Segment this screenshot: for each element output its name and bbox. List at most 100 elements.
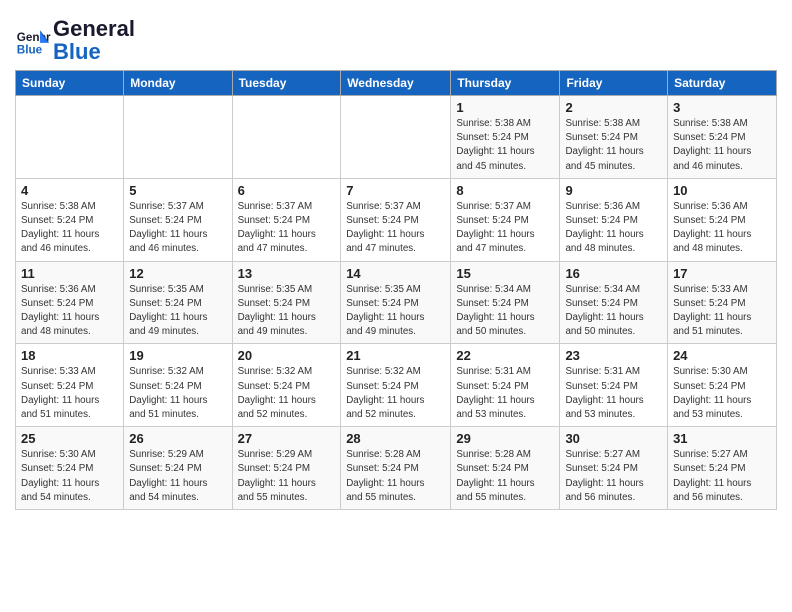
day-info: Sunrise: 5:31 AMSunset: 5:24 PMDaylight:…	[565, 365, 662, 422]
calendar-day-cell: 7 Sunrise: 5:37 AMSunset: 5:24 PMDaylight…	[341, 178, 451, 261]
day-info: Sunrise: 5:36 AMSunset: 5:24 PMDaylight:…	[21, 283, 118, 340]
calendar-week-row: 1 Sunrise: 5:38 AMSunset: 5:24 PMDaylight…	[16, 96, 777, 179]
day-number: 26	[129, 431, 226, 446]
day-number: 23	[565, 348, 662, 363]
calendar-col-header: Sunday	[16, 71, 124, 96]
day-info: Sunrise: 5:29 AMSunset: 5:24 PMDaylight:…	[238, 448, 336, 505]
day-number: 2	[565, 100, 662, 115]
calendar-day-cell: 3Sunrise: 5:38 AMSunset: 5:24 PMDaylight…	[668, 96, 777, 179]
day-number: 8	[456, 183, 554, 198]
day-number: 14	[346, 266, 445, 281]
calendar-day-cell: 28 Sunrise: 5:28 AMSunset: 5:24 PMDayligh…	[341, 427, 451, 510]
day-info: Sunrise: 5:32 AMSunset: 5:24 PMDaylight:…	[346, 365, 445, 422]
day-info: Sunrise: 5:31 AMSunset: 5:24 PMDaylight:…	[456, 365, 554, 422]
calendar-week-row: 18 Sunrise: 5:33 AMSunset: 5:24 PMDayligh…	[16, 344, 777, 427]
day-number: 18	[21, 348, 118, 363]
day-info: Sunrise: 5:28 AMSunset: 5:24 PMDaylight:…	[456, 448, 554, 505]
calendar-day-cell: 1 Sunrise: 5:38 AMSunset: 5:24 PMDaylight…	[451, 96, 560, 179]
day-number: 9	[565, 183, 662, 198]
page: General Blue General Blue SundayMondayTu…	[0, 0, 792, 525]
calendar-day-cell: 20 Sunrise: 5:32 AMSunset: 5:24 PMDayligh…	[232, 344, 341, 427]
day-number: 20	[238, 348, 336, 363]
day-number: 5	[129, 183, 226, 198]
calendar-day-cell: 24 Sunrise: 5:30 AMSunset: 5:24 PMDayligh…	[668, 344, 777, 427]
day-info: Sunrise: 5:34 AMSunset: 5:24 PMDaylight:…	[456, 283, 554, 340]
day-number: 4	[21, 183, 118, 198]
day-number: 28	[346, 431, 445, 446]
calendar-day-cell: 10 Sunrise: 5:36 AMSunset: 5:24 PMDayligh…	[668, 178, 777, 261]
day-info: Sunrise: 5:32 AMSunset: 5:24 PMDaylight:…	[129, 365, 226, 422]
calendar-day-cell: 30 Sunrise: 5:27 AMSunset: 5:24 PMDayligh…	[560, 427, 668, 510]
day-info: Sunrise: 5:33 AMSunset: 5:24 PMDaylight:…	[21, 365, 118, 422]
calendar-col-header: Saturday	[668, 71, 777, 96]
day-info: Sunrise: 5:27 AMSunset: 5:24 PMDaylight:…	[565, 448, 662, 505]
day-number: 6	[238, 183, 336, 198]
calendar-day-cell: 14Sunrise: 5:35 AMSunset: 5:24 PMDayligh…	[341, 261, 451, 344]
calendar-col-header: Wednesday	[341, 71, 451, 96]
calendar-day-cell: 6 Sunrise: 5:37 AMSunset: 5:24 PMDaylight…	[232, 178, 341, 261]
day-number: 25	[21, 431, 118, 446]
day-info: Sunrise: 5:37 AMSunset: 5:24 PMDaylight:…	[456, 200, 554, 257]
day-info: Sunrise: 5:27 AMSunset: 5:24 PMDaylight:…	[673, 448, 771, 505]
day-info: Sunrise: 5:37 AMSunset: 5:24 PMDaylight:…	[129, 200, 226, 257]
day-number: 7	[346, 183, 445, 198]
day-number: 12	[129, 266, 226, 281]
day-number: 10	[673, 183, 771, 198]
calendar-week-row: 25 Sunrise: 5:30 AMSunset: 5:24 PMDayligh…	[16, 427, 777, 510]
day-number: 31	[673, 431, 771, 446]
day-number: 30	[565, 431, 662, 446]
calendar-table: SundayMondayTuesdayWednesdayThursdayFrid…	[15, 70, 777, 510]
calendar-day-cell: 5 Sunrise: 5:37 AMSunset: 5:24 PMDaylight…	[124, 178, 232, 261]
day-number: 1	[456, 100, 554, 115]
calendar-day-cell: 15Sunrise: 5:34 AMSunset: 5:24 PMDayligh…	[451, 261, 560, 344]
calendar-header-row: SundayMondayTuesdayWednesdayThursdayFrid…	[16, 71, 777, 96]
day-number: 11	[21, 266, 118, 281]
calendar-day-cell: 26 Sunrise: 5:29 AMSunset: 5:24 PMDayligh…	[124, 427, 232, 510]
calendar-day-cell	[16, 96, 124, 179]
logo-icon: General Blue	[15, 23, 51, 59]
calendar-week-row: 11 Sunrise: 5:36 AMSunset: 5:24 PMDayligh…	[16, 261, 777, 344]
day-number: 21	[346, 348, 445, 363]
day-info: Sunrise: 5:35 AMSunset: 5:24 PMDaylight:…	[238, 283, 336, 340]
day-info: Sunrise: 5:38 AMSunset: 5:24 PMDaylight:…	[456, 117, 554, 174]
day-info: Sunrise: 5:37 AMSunset: 5:24 PMDaylight:…	[346, 200, 445, 257]
svg-text:Blue: Blue	[17, 44, 43, 57]
day-info: Sunrise: 5:30 AMSunset: 5:24 PMDaylight:…	[673, 365, 771, 422]
day-info: Sunrise: 5:28 AMSunset: 5:24 PMDaylight:…	[346, 448, 445, 505]
day-info: Sunrise: 5:32 AMSunset: 5:24 PMDaylight:…	[238, 365, 336, 422]
calendar-day-cell: 18 Sunrise: 5:33 AMSunset: 5:24 PMDayligh…	[16, 344, 124, 427]
day-number: 27	[238, 431, 336, 446]
calendar-day-cell: 19 Sunrise: 5:32 AMSunset: 5:24 PMDayligh…	[124, 344, 232, 427]
day-number: 24	[673, 348, 771, 363]
calendar-day-cell: 27 Sunrise: 5:29 AMSunset: 5:24 PMDayligh…	[232, 427, 341, 510]
day-number: 19	[129, 348, 226, 363]
day-info: Sunrise: 5:36 AMSunset: 5:24 PMDaylight:…	[673, 200, 771, 257]
calendar-day-cell: 31 Sunrise: 5:27 AMSunset: 5:24 PMDayligh…	[668, 427, 777, 510]
day-number: 16	[565, 266, 662, 281]
calendar-day-cell	[232, 96, 341, 179]
logo-general-text: General	[53, 16, 135, 41]
day-info: Sunrise: 5:29 AMSunset: 5:24 PMDaylight:…	[129, 448, 226, 505]
day-info: Sunrise: 5:38 AMSunset: 5:24 PMDaylight:…	[673, 117, 771, 174]
calendar-col-header: Thursday	[451, 71, 560, 96]
calendar-day-cell: 4 Sunrise: 5:38 AMSunset: 5:24 PMDaylight…	[16, 178, 124, 261]
calendar-day-cell: 29 Sunrise: 5:28 AMSunset: 5:24 PMDayligh…	[451, 427, 560, 510]
logo-blue-text: Blue	[53, 39, 101, 64]
day-info: Sunrise: 5:38 AMSunset: 5:24 PMDaylight:…	[565, 117, 662, 174]
calendar-day-cell: 25 Sunrise: 5:30 AMSunset: 5:24 PMDayligh…	[16, 427, 124, 510]
calendar-day-cell: 11 Sunrise: 5:36 AMSunset: 5:24 PMDayligh…	[16, 261, 124, 344]
calendar-day-cell: 13 Sunrise: 5:35 AMSunset: 5:24 PMDayligh…	[232, 261, 341, 344]
calendar-day-cell: 16Sunrise: 5:34 AMSunset: 5:24 PMDayligh…	[560, 261, 668, 344]
calendar-day-cell: 17Sunrise: 5:33 AMSunset: 5:24 PMDayligh…	[668, 261, 777, 344]
day-number: 22	[456, 348, 554, 363]
day-info: Sunrise: 5:33 AMSunset: 5:24 PMDaylight:…	[673, 283, 771, 340]
day-number: 13	[238, 266, 336, 281]
day-info: Sunrise: 5:37 AMSunset: 5:24 PMDaylight:…	[238, 200, 336, 257]
day-info: Sunrise: 5:30 AMSunset: 5:24 PMDaylight:…	[21, 448, 118, 505]
day-info: Sunrise: 5:38 AMSunset: 5:24 PMDaylight:…	[21, 200, 118, 257]
calendar-day-cell: 2 Sunrise: 5:38 AMSunset: 5:24 PMDaylight…	[560, 96, 668, 179]
calendar-day-cell	[124, 96, 232, 179]
logo-area: General Blue General Blue	[15, 10, 135, 64]
day-number: 29	[456, 431, 554, 446]
calendar-col-header: Tuesday	[232, 71, 341, 96]
